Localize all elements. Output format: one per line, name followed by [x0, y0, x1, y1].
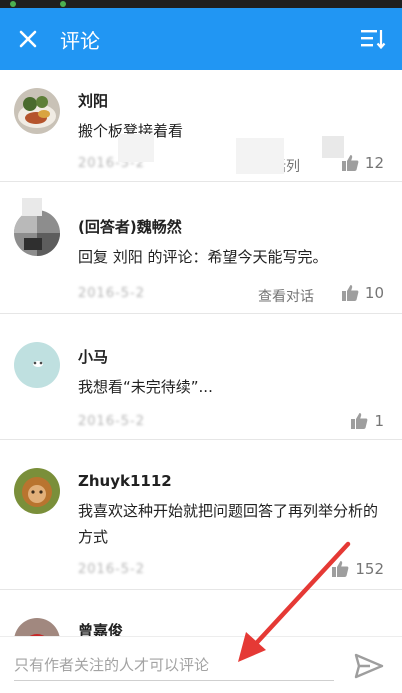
- like-button[interactable]: 1: [350, 412, 384, 430]
- like-count: 12: [364, 154, 384, 172]
- thumbs-up-icon: [332, 561, 349, 577]
- avatar-image: [14, 210, 60, 256]
- comment-input[interactable]: [14, 651, 334, 681]
- sort-icon[interactable]: [360, 26, 386, 52]
- comment-text: 我想看“未完待续”...: [78, 378, 213, 396]
- like-button[interactable]: 10: [341, 284, 384, 302]
- status-indicator: [60, 1, 66, 7]
- like-button[interactable]: 152: [331, 560, 384, 578]
- comment-list[interactable]: 刘阳 搬个板凳接着看 2016-5-2 对话列 12 (回答者)魏畅然 回复 刘…: [0, 70, 402, 636]
- redaction-mosaic: [22, 198, 42, 216]
- app-bar: 评论: [0, 8, 402, 70]
- avatar[interactable]: [14, 618, 60, 636]
- like-count: 152: [355, 560, 384, 578]
- comment-item: 刘阳 搬个板凳接着看 2016-5-2 对话列 12: [0, 70, 402, 182]
- avatar[interactable]: [14, 342, 60, 388]
- avatar[interactable]: [14, 88, 60, 134]
- status-indicator: [10, 1, 16, 7]
- comment-item: 曾嘉俊: [0, 590, 402, 636]
- like-button[interactable]: 12: [341, 154, 384, 172]
- comment-text: 我喜欢这种开始就把问题回答了再列举分析的方式: [78, 502, 379, 546]
- like-count: 10: [364, 284, 384, 302]
- redaction-mosaic: [236, 138, 284, 174]
- comment-author[interactable]: Zhuyk1112: [78, 472, 172, 490]
- comment-item: (回答者)魏畅然 回复 刘阳 的评论：希望今天能写完。 2016-5-2 查看对…: [0, 182, 402, 314]
- comment-date: 2016-5-2: [78, 286, 146, 301]
- comment-author[interactable]: 小马: [78, 346, 108, 367]
- send-icon[interactable]: [354, 653, 384, 679]
- redaction-mosaic: [322, 136, 344, 158]
- avatar-image: [14, 88, 60, 134]
- avatar-image: [14, 342, 60, 388]
- page-title: 评论: [60, 28, 100, 53]
- close-icon: [19, 30, 37, 48]
- avatar[interactable]: [14, 468, 60, 514]
- close-button[interactable]: [0, 8, 56, 70]
- comment-item: Zhuyk1112 我喜欢这种开始就把问题回答了再列举分析的方式 2016-5-…: [0, 440, 402, 590]
- comment-input-bar: [0, 636, 402, 693]
- view-conversation-link[interactable]: 查看对话: [258, 286, 314, 306]
- comment-date: 2016-5-2: [78, 414, 146, 429]
- avatar[interactable]: [14, 210, 60, 256]
- comment-date: 2016-5-2: [78, 562, 146, 577]
- thumbs-up-icon: [341, 285, 359, 301]
- avatar-image: [14, 468, 60, 514]
- status-bar: [0, 0, 402, 8]
- comment-author[interactable]: 曾嘉俊: [78, 620, 123, 636]
- comment-author[interactable]: 刘阳: [78, 90, 108, 111]
- redaction-mosaic: [118, 134, 154, 162]
- comment-author[interactable]: (回答者)魏畅然: [78, 216, 182, 237]
- thumbs-up-icon: [351, 413, 368, 429]
- comment-text: 回复 刘阳 的评论：希望今天能写完。: [78, 248, 328, 266]
- comment-item: 小马 我想看“未完待续”... 2016-5-2 1: [0, 314, 402, 440]
- avatar-image: [14, 618, 60, 636]
- like-count: 1: [374, 412, 384, 430]
